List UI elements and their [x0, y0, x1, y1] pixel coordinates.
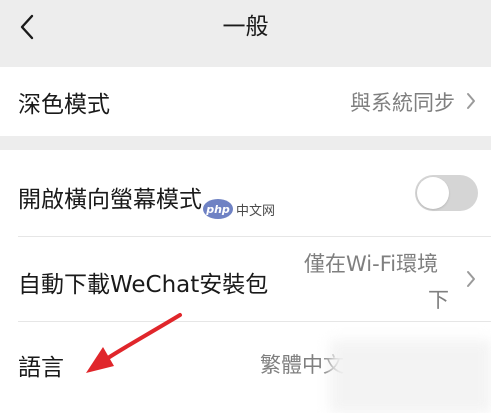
php-logo: php: [203, 199, 233, 219]
chevron-right-icon: [467, 93, 475, 109]
language-label: 語言: [18, 355, 64, 381]
landscape-label: 開啟橫向螢幕模式: [18, 187, 202, 213]
watermark: php 中文网: [203, 198, 275, 220]
general-settings-screen: 一般 深色模式 與系統同步 開啟橫向螢幕模式 php 中文网 自動下載WeCha…: [0, 0, 491, 413]
toggle-knob: [417, 177, 449, 209]
chevron-right-icon: [467, 271, 475, 287]
dark-mode-value: 與系統同步: [350, 91, 455, 115]
auto-download-value-line2: 下: [428, 288, 449, 312]
settings-row-auto-download[interactable]: 自動下載WeChat安裝包 僅在Wi-Fi環境 下: [0, 237, 491, 321]
auto-download-label: 自動下載WeChat安裝包: [18, 272, 269, 298]
dark-mode-label: 深色模式: [18, 92, 110, 118]
auto-download-value-line1: 僅在Wi-Fi環境: [304, 252, 439, 276]
nav-bar: 一般: [0, 0, 491, 56]
settings-row-dark-mode[interactable]: 深色模式 與系統同步: [0, 67, 491, 136]
landscape-toggle[interactable]: [415, 175, 478, 211]
watermark-text: 中文网: [236, 203, 276, 219]
page-title: 一般: [222, 14, 269, 40]
blurred-corner: [330, 340, 491, 413]
